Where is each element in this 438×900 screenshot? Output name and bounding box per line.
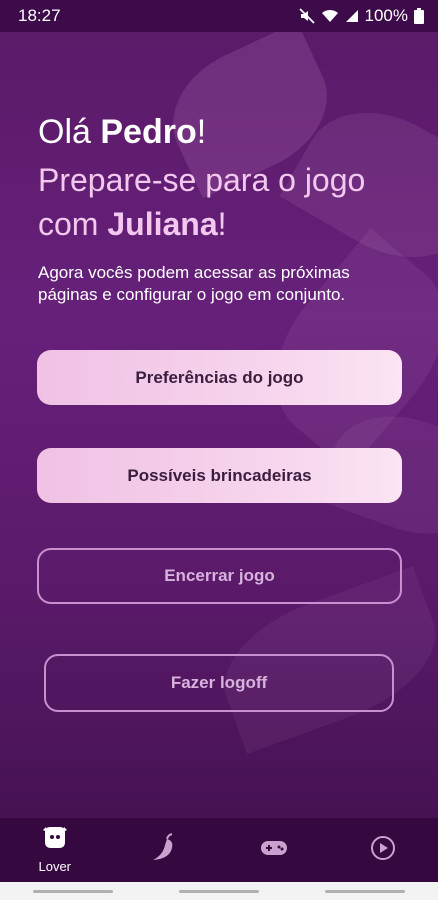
pepper-icon	[149, 832, 179, 868]
mute-icon	[298, 8, 315, 24]
description-text: Agora vocês podem acessar as próximas pá…	[38, 263, 350, 304]
signal-icon	[345, 9, 359, 23]
possible-activities-button[interactable]: Possíveis brincadeiras	[37, 448, 402, 503]
gesture-handle	[179, 889, 259, 893]
nav-label-lover: Lover	[38, 859, 72, 874]
game-preferences-button[interactable]: Preferências do jogo	[37, 350, 402, 405]
gamepad-icon	[260, 839, 288, 862]
nav-item-play[interactable]	[329, 818, 438, 882]
game-headline: Prepare-se para o jogo com Juliana!	[38, 162, 366, 242]
system-gesture-bar	[0, 882, 438, 900]
wifi-icon	[321, 9, 339, 23]
battery-percent: 100%	[364, 6, 408, 25]
status-time: 18:27	[18, 6, 61, 25]
end-game-button[interactable]: Encerrar jogo	[37, 548, 402, 604]
nav-item-games[interactable]	[219, 818, 329, 882]
status-icons: 100%	[298, 6, 424, 26]
app-screen: 18:27 100% Olá Pedro! Prepare-se para o …	[0, 0, 438, 900]
status-bar: 18:27 100%	[0, 0, 438, 32]
battery-icon	[414, 8, 424, 24]
gesture-handle	[325, 889, 405, 893]
greeting-title: Olá Pedro!	[38, 113, 207, 151]
partner-name: Juliana	[107, 206, 218, 242]
welcome-section: Olá Pedro! Prepare-se para o jogo com Ju…	[38, 110, 408, 306]
nav-item-lover[interactable]: Lover	[0, 818, 110, 882]
bottom-navigation: Lover	[0, 818, 438, 882]
logoff-button[interactable]: Fazer logoff	[44, 654, 394, 712]
lover-face-icon	[42, 826, 68, 855]
play-circle-icon	[370, 835, 396, 866]
gesture-handle	[33, 889, 113, 893]
user-name: Pedro	[100, 113, 197, 151]
nav-item-pepper[interactable]	[110, 818, 220, 882]
